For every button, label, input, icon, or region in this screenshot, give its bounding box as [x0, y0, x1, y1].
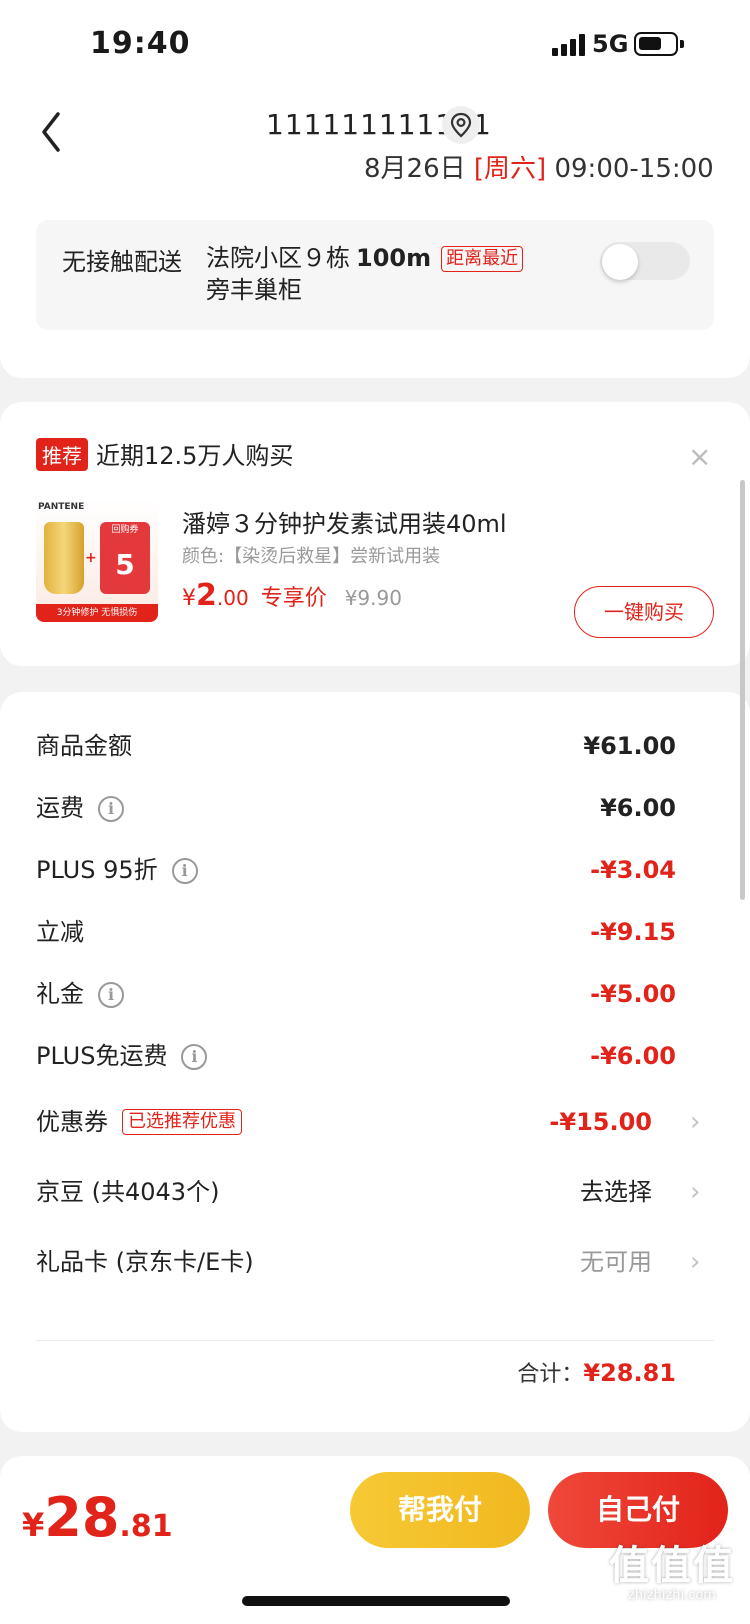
contactless-label: 无接触配送: [62, 248, 182, 276]
status-bar: 19:40 5G: [0, 0, 750, 92]
pickup-address: 法院小区９栋 100m 距离最近 旁丰巢柜: [206, 242, 524, 306]
network-label: 5G: [592, 30, 629, 58]
signal-icon: [552, 34, 588, 56]
one-click-buy-button[interactable]: 一键购买: [574, 586, 714, 638]
thumb-tube: [44, 522, 84, 594]
checkout-price-dec: .81: [119, 1509, 173, 1544]
summary-row-gift-money: 礼金 i -¥5.00: [36, 974, 676, 1014]
row-label: 商品金额: [36, 732, 132, 760]
row-label: 运费: [36, 794, 84, 822]
thumb-coupon-title: 回购券: [111, 525, 139, 535]
info-icon[interactable]: i: [98, 982, 124, 1008]
info-icon[interactable]: i: [171, 858, 198, 884]
chevron-right-icon[interactable]: ›: [690, 1172, 700, 1212]
row-value: -¥6.00: [590, 1042, 676, 1070]
scrollbar[interactable]: [740, 480, 745, 900]
checkout-price-int: 28: [44, 1486, 120, 1549]
checkout-bar: ¥28.81 帮我付 自己付 值值值 zhizhizhi.com: [0, 1456, 750, 1624]
address-distance: 100m: [356, 244, 432, 272]
summary-row-plus-free-shipping: PLUS免运费 i -¥6.00: [36, 1036, 676, 1076]
back-chevron-icon: [42, 112, 60, 152]
checkout-price: ¥28.81: [22, 1486, 173, 1549]
price-dec: .00: [216, 586, 249, 610]
summary-row-shipping: 运费 i ¥6.00: [36, 788, 676, 828]
price-symbol: ¥: [182, 586, 196, 611]
chevron-right-icon[interactable]: ›: [690, 1102, 700, 1142]
summary-row-jingdou[interactable]: 京豆 (共4043个) 去选择 ›: [36, 1172, 700, 1212]
summary-row-coupon[interactable]: 优惠券 已选推荐优惠 -¥15.00 ›: [36, 1102, 700, 1142]
total-value: ¥28.81: [583, 1359, 676, 1387]
close-icon[interactable]: ×: [688, 440, 711, 473]
location-pin-icon: [450, 112, 472, 138]
location-button[interactable]: [442, 106, 480, 144]
thumb-coupon: 回购券 5: [100, 522, 150, 594]
row-value: -¥9.15: [590, 918, 676, 946]
row-value: 去选择: [580, 1178, 652, 1206]
row-label: 京豆 (共4043个): [36, 1178, 220, 1206]
watermark: 值值值 zhizhizhi.com: [598, 1544, 746, 1604]
thumb-banner: 3分钟修护 无惧损伤: [36, 604, 158, 622]
back-button[interactable]: [36, 104, 80, 160]
info-icon[interactable]: i: [181, 1044, 208, 1070]
recommend-card: 推荐 近期12.5万人购买 × PANTENE + 回购券 5 3分钟修护 无惧…: [0, 402, 750, 666]
battery-icon: [634, 32, 684, 56]
nearest-badge: 距离最近: [441, 246, 524, 272]
delivery-card: 8月26日 [周六] 09:00-15:00 无接触配送 法院小区９栋 100m 距…: [0, 156, 750, 378]
summary-row-plus-discount: PLUS 95折 i -¥3.04: [36, 850, 676, 890]
watermark-logo: 值值值: [609, 1543, 735, 1589]
coupon-selected-tag: 已选推荐优惠: [122, 1109, 242, 1135]
product-title[interactable]: 潘婷３分钟护发素试用装40ml: [182, 504, 507, 539]
delivery-date-day: 8月26日: [364, 156, 466, 184]
row-label: PLUS 95折: [36, 856, 158, 884]
row-value: -¥5.00: [590, 980, 676, 1008]
row-label: 立减: [36, 918, 84, 946]
price-int: 2: [196, 578, 217, 613]
contactless-delivery-box: 无接触配送 法院小区９栋 100m 距离最近 旁丰巢柜: [36, 220, 714, 330]
info-icon[interactable]: i: [98, 796, 124, 822]
row-value: ¥61.00: [583, 732, 676, 760]
price-summary-card: 商品金额 ¥61.00 运费 i ¥6.00 PLUS 95折 i -¥3.04 立…: [0, 692, 750, 1432]
product-spec: 颜色:【染烫后救星】尝新试用装: [182, 546, 441, 567]
summary-row-gift-card[interactable]: 礼品卡 (京东卡/E卡) 无可用 ›: [36, 1242, 700, 1282]
recommend-headline: 近期12.5万人购买: [96, 442, 294, 470]
row-label: 礼品卡 (京东卡/E卡): [36, 1248, 254, 1276]
status-time: 19:40: [90, 26, 191, 61]
row-value: ¥6.00: [600, 794, 676, 822]
delivery-date: 8月26日 [周六] 09:00-15:00: [364, 156, 714, 186]
thumb-plus: +: [85, 550, 97, 566]
price-label: 专享价: [260, 586, 327, 611]
row-label: 礼金: [36, 980, 84, 1008]
thumb-coupon-value: 5: [115, 548, 135, 581]
row-value: -¥3.04: [590, 856, 676, 884]
delivery-time: 09:00-15:00: [554, 156, 714, 184]
row-value: 无可用: [580, 1248, 652, 1276]
address-line1: 法院小区９栋: [206, 244, 350, 272]
total-label: 合计：: [517, 1362, 584, 1387]
row-value: -¥15.00: [549, 1108, 652, 1136]
recommend-badge: 推荐: [36, 438, 88, 471]
contactless-toggle[interactable]: [600, 242, 690, 280]
home-indicator[interactable]: [242, 1596, 510, 1606]
product-thumbnail[interactable]: PANTENE + 回购券 5 3分钟修护 无惧损伤: [36, 500, 158, 622]
toggle-knob: [602, 244, 638, 280]
summary-row-goods: 商品金额 ¥61.00: [36, 726, 676, 766]
summary-row-instant-off: 立减 -¥9.15: [36, 912, 676, 952]
order-total: 合计：¥28.81: [517, 1356, 676, 1388]
checkout-price-symbol: ¥: [22, 1506, 45, 1544]
delivery-weekday: [周六]: [473, 156, 547, 184]
divider: [36, 1340, 714, 1341]
product-price: ¥2.00 专享价 ¥9.90: [182, 578, 402, 613]
pay-myself-button[interactable]: 自己付: [548, 1472, 728, 1548]
original-price: ¥9.90: [344, 586, 402, 610]
thumb-brand: PANTENE: [38, 502, 85, 512]
row-label: 优惠券: [36, 1108, 108, 1136]
row-label: PLUS免运费: [36, 1042, 168, 1070]
address-line2: 旁丰巢柜: [206, 276, 302, 304]
watermark-url: zhizhizhi.com: [628, 1588, 716, 1603]
help-me-pay-button[interactable]: 帮我付: [350, 1472, 530, 1548]
chevron-right-icon[interactable]: ›: [690, 1242, 700, 1282]
